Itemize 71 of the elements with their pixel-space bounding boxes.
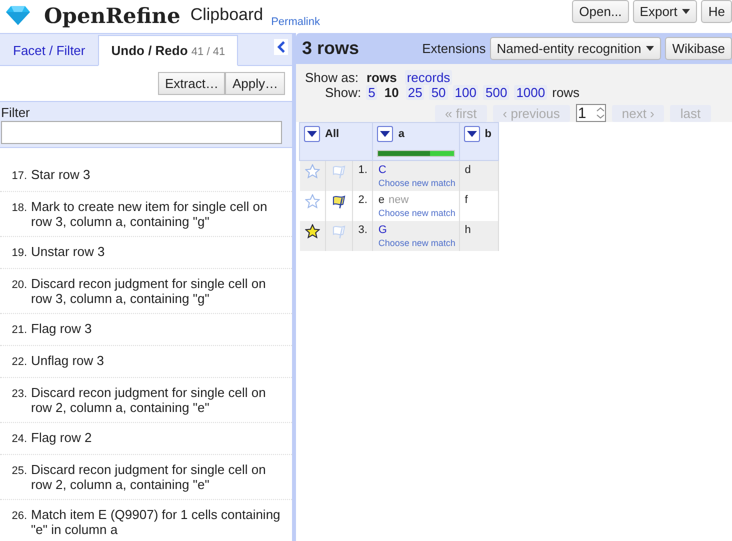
show-as-label: Show as:	[305, 70, 358, 85]
table-cell: h	[459, 221, 498, 251]
caret-icon	[307, 131, 317, 137]
page-size-option[interactable]: 500	[483, 85, 510, 100]
filter-label: Filter	[1, 105, 31, 120]
rows-label: rows	[552, 85, 580, 100]
extension-button[interactable]: Wikibase	[665, 37, 732, 60]
column-menu-button[interactable]	[304, 126, 320, 142]
matched-item-link[interactable]: G	[378, 224, 387, 236]
page-size-option[interactable]: 1000	[514, 85, 548, 100]
row-index: 3.	[352, 221, 373, 251]
history-item[interactable]: 24. Flag row 2	[0, 423, 292, 455]
permalink-link[interactable]: Permalink	[271, 16, 320, 28]
page-size-option[interactable]: 5	[366, 85, 378, 100]
table-cell: f	[459, 191, 498, 221]
history-item[interactable]: 23. Discard recon judgment for single cell on row 2, column a, containing "e"	[0, 378, 292, 423]
history-item[interactable]: 26. Match item E (Q9907) for 1 cells containing "e" in column a	[0, 500, 292, 541]
new-item-label: new	[388, 194, 409, 206]
choose-new-match-link[interactable]: Choose new match	[378, 178, 454, 188]
row-index: 2.	[352, 191, 373, 221]
history-item[interactable]: 25. Discard recon judgment for single cell on row 2, column a, containing "e"	[0, 455, 292, 500]
history-item[interactable]: 19. Unstar row 3	[0, 237, 292, 269]
diamond-logo-icon	[6, 5, 30, 25]
row-count-title: 3 rows	[302, 38, 360, 59]
page-size-option[interactable]: 50	[429, 85, 448, 100]
caret-icon	[380, 131, 390, 137]
project-name[interactable]: Clipboard	[190, 5, 264, 25]
action-button[interactable]: Extract…	[158, 72, 226, 95]
history-item[interactable]: 20. Discard recon judgment for single cell on row 3, column a, containing "g"	[0, 269, 292, 314]
history-item[interactable]: 22. Unflag row 3	[0, 346, 292, 378]
action-button[interactable]: Apply…	[225, 72, 285, 95]
column-menu-button[interactable]	[377, 126, 394, 142]
cell-value: e	[378, 194, 384, 206]
column-menu-button[interactable]	[464, 126, 480, 142]
star-icon[interactable]	[304, 164, 320, 179]
extensions-label: Extensions	[422, 41, 486, 56]
page-size-option[interactable]: 25	[406, 85, 424, 100]
page-size-option[interactable]: 10	[382, 85, 401, 100]
caret-icon	[682, 9, 690, 14]
spinner-arrows-icon[interactable]	[596, 106, 605, 120]
choose-new-match-link[interactable]: Choose new match	[378, 238, 454, 248]
view-mode-option[interactable]: rows	[364, 70, 399, 85]
history-item[interactable]: 18. Mark to create new item for single cell on row 3, column a, containing "g"	[0, 192, 292, 237]
history-item[interactable]: 17. Star row 3	[0, 160, 292, 192]
app-logo[interactable]: OpenRefine	[44, 2, 180, 28]
view-mode-option[interactable]: records	[404, 70, 452, 85]
toolbar-button[interactable]: Open...	[572, 0, 629, 23]
extension-button[interactable]: Named-entity recognition	[490, 37, 662, 60]
history-item[interactable]: 21. Flag row 3	[0, 314, 292, 346]
chevron-left-icon	[277, 41, 285, 53]
choose-new-match-link[interactable]: Choose new match	[378, 208, 454, 218]
flag-icon[interactable]	[331, 194, 348, 209]
toolbar-button[interactable]: He	[701, 0, 732, 23]
filter-field[interactable]	[1, 121, 282, 144]
column-header: All	[325, 128, 340, 140]
show-label: Show:	[325, 85, 362, 100]
table-cell: d	[459, 160, 498, 191]
row-index: 1.	[352, 160, 373, 191]
caret-icon	[646, 46, 654, 51]
column-header: a	[398, 128, 404, 140]
star-icon[interactable]	[304, 194, 320, 209]
star-icon[interactable]	[304, 224, 320, 239]
panel-tab[interactable]: Facet / Filter	[0, 35, 98, 66]
page-number-field[interactable]: 1	[576, 104, 606, 122]
page-size-option[interactable]: 100	[452, 85, 478, 100]
column-header: b	[484, 128, 492, 140]
panel-tab[interactable]: Undo / Redo 41 / 41	[98, 35, 238, 66]
toolbar-button[interactable]: Export	[632, 0, 698, 23]
caret-icon	[466, 131, 477, 137]
collapse-button[interactable]	[274, 39, 288, 55]
matched-item-link[interactable]: C	[378, 164, 386, 176]
